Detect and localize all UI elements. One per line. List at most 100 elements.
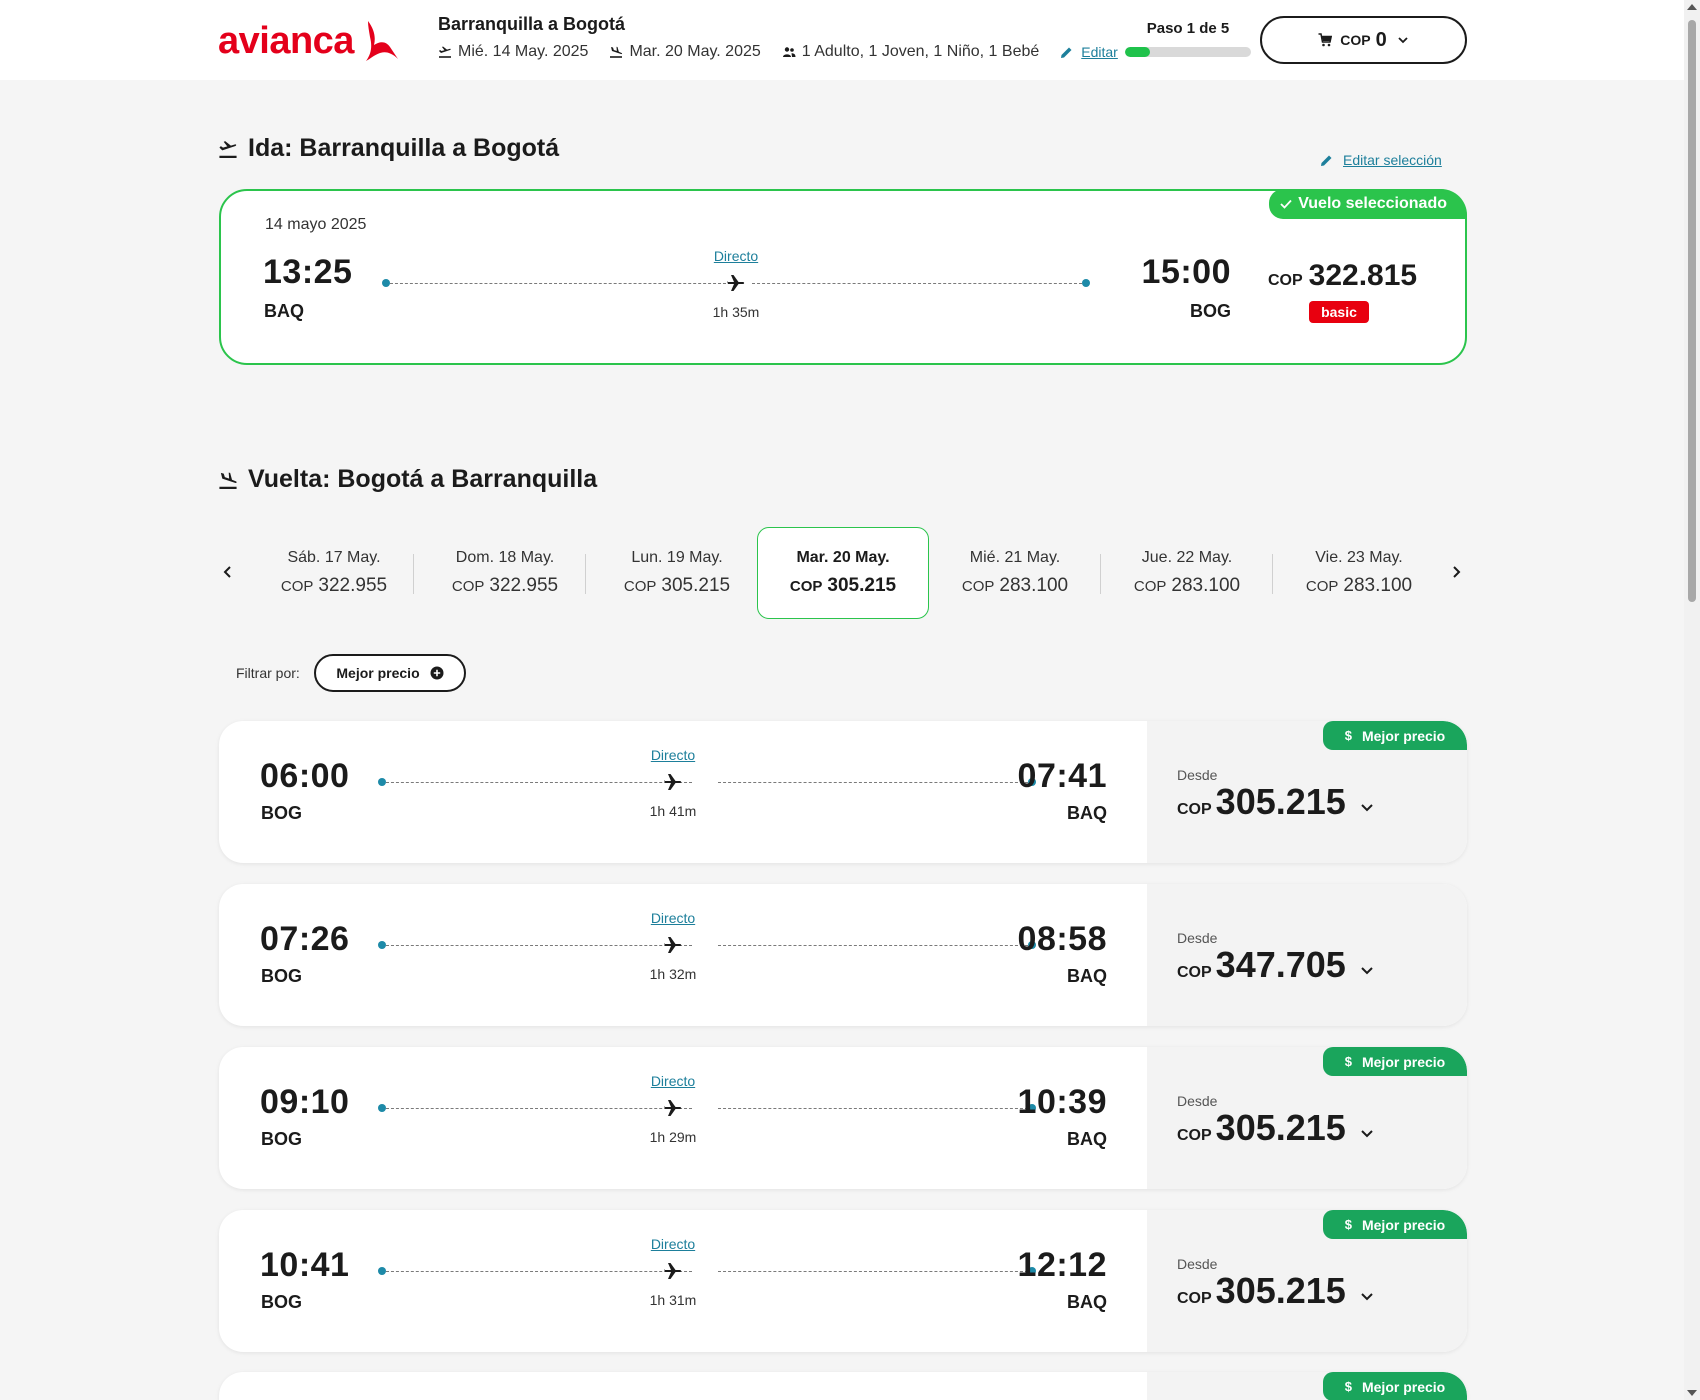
outbound-date: 14 mayo 2025 xyxy=(265,216,367,233)
fare-price-area[interactable]: Desde COP 305.215 $ Mejor precio xyxy=(1147,1210,1467,1352)
chevron-down-icon[interactable] xyxy=(1360,963,1374,977)
date-option-currency: COP xyxy=(789,578,823,595)
flight-option-card[interactable]: $ Mejor precio xyxy=(219,1372,1467,1400)
date-option-selected[interactable]: Mar. 20 May. COP 305.215 xyxy=(757,527,929,619)
best-price-badge: $ Mejor precio xyxy=(1323,1210,1467,1239)
stops-link[interactable]: Directo xyxy=(633,910,713,926)
fare-price-value: 347.705 xyxy=(1215,944,1346,985)
fare-price-area[interactable]: Desde COP 305.215 $ Mejor precio xyxy=(1147,721,1467,863)
chevron-down-icon[interactable] xyxy=(1360,1289,1374,1303)
fare-currency: COP xyxy=(1177,1127,1212,1144)
dollar-icon: $ xyxy=(1344,728,1352,743)
date-option-currency: COP xyxy=(1305,578,1339,595)
stops-link[interactable]: Directo xyxy=(633,1236,713,1252)
stops-link[interactable]: Directo xyxy=(633,747,713,763)
arrival-time: 10:39 xyxy=(1017,1083,1107,1121)
scroll-up-arrow-icon[interactable] xyxy=(1687,4,1697,10)
date-option[interactable]: Vie. 23 May. COP 283.100 xyxy=(1273,527,1445,619)
pencil-icon xyxy=(1321,155,1332,166)
best-price-badge-text: Mejor precio xyxy=(1361,1378,1446,1395)
date-option[interactable]: Lun. 19 May. COP 305.215 xyxy=(591,527,763,619)
booking-step-indicator: Paso 1 de 5 xyxy=(1125,20,1251,57)
scroll-thumb[interactable] xyxy=(1688,20,1696,602)
fare-price-area[interactable]: Desde COP 305.215 $ Mejor precio xyxy=(1147,1047,1467,1189)
arrival-time: 08:58 xyxy=(1017,920,1107,958)
date-option-currency: COP xyxy=(280,578,314,595)
return-title-text: Vuelta: Bogotá a Barranquilla xyxy=(248,465,598,493)
date-option-price-value: 322.955 xyxy=(489,575,559,596)
logo-text: avianca xyxy=(218,19,354,62)
outbound-section-title: Ida: Barranquilla a Bogotá xyxy=(218,134,559,163)
date-option-label: Dom. 18 May. xyxy=(455,549,555,566)
chevron-down-icon[interactable] xyxy=(1360,800,1374,814)
page-scrollbar[interactable] xyxy=(1684,0,1700,1400)
flight-option-card[interactable]: 06:00 BOG Directo 1h 41m 07:41 BAQ Desde… xyxy=(219,721,1467,863)
date-option-label: Sáb. 17 May. xyxy=(287,549,381,566)
departure-airport-code: BOG xyxy=(261,1129,303,1149)
fare-price-area[interactable]: Desde COP 347.705 xyxy=(1147,884,1467,1026)
fare-price-value: 305.215 xyxy=(1215,781,1346,822)
flight-duration: 1h 32m xyxy=(649,966,697,982)
route-dash-left xyxy=(390,283,726,284)
date-option-price: COP 283.100 xyxy=(1134,575,1240,597)
cart-amount: 0 xyxy=(1375,28,1387,51)
filter-best-price-button[interactable]: Mejor precio xyxy=(314,654,466,692)
edit-selection-label: Editar selección xyxy=(1343,152,1442,168)
plane-landing-icon xyxy=(219,472,237,489)
date-option-price-value: 283.100 xyxy=(999,575,1069,596)
arrival-airport-code: BAQ xyxy=(1067,1292,1107,1312)
date-option[interactable]: Sáb. 17 May. COP 322.955 xyxy=(248,527,420,619)
flight-option-card[interactable]: 09:10 BOG Directo 1h 29m 10:39 BAQ Desde… xyxy=(219,1047,1467,1189)
departure-time: 07:26 xyxy=(260,920,350,958)
plane-icon xyxy=(664,774,682,790)
route-line xyxy=(378,940,1036,950)
arrival-airport-code: BAQ xyxy=(1067,966,1107,986)
carousel-next-button[interactable] xyxy=(1446,562,1466,582)
fare-price-area[interactable]: $ Mejor precio xyxy=(1147,1372,1467,1400)
date-option-price: COP 283.100 xyxy=(962,575,1068,597)
arrival-time: 07:41 xyxy=(1017,757,1107,795)
date-option[interactable]: Jue. 22 May. COP 283.100 xyxy=(1101,527,1273,619)
fare-price: COP 347.705 xyxy=(1177,944,1374,986)
selected-outbound-flight-card[interactable]: Vuelo seleccionado 14 mayo 2025 13:25 BA… xyxy=(219,189,1467,365)
flight-option-card[interactable]: 10:41 BOG Directo 1h 31m 12:12 BAQ Desde… xyxy=(219,1210,1467,1352)
stops-link[interactable]: Directo xyxy=(633,1073,713,1089)
flight-duration: 1h 29m xyxy=(649,1129,697,1145)
arrival-airport-code: BOG xyxy=(1189,301,1231,321)
date-option-label: Jue. 22 May. xyxy=(1141,549,1233,566)
date-option[interactable]: Mié. 21 May. COP 283.100 xyxy=(929,527,1101,619)
date-option-price-value: 322.955 xyxy=(318,575,388,596)
best-price-badge: $ Mejor precio xyxy=(1323,1047,1467,1076)
outbound-stops-link[interactable]: Directo xyxy=(696,248,776,264)
scroll-down-arrow-icon[interactable] xyxy=(1687,1390,1697,1396)
step-label: Paso 1 de 5 xyxy=(1146,20,1230,37)
flight-option-card[interactable]: 07:26 BOG Directo 1h 32m 08:58 BAQ Desde… xyxy=(219,884,1467,1026)
filter-label: Filtrar por: xyxy=(236,665,300,681)
edit-selection-link[interactable]: Editar selección xyxy=(1320,152,1442,168)
departure-date: Mié. 14 May. 2025 xyxy=(438,43,588,61)
date-option[interactable]: Dom. 18 May. COP 322.955 xyxy=(419,527,591,619)
cart-button[interactable]: COP 0 xyxy=(1260,16,1467,64)
route-line xyxy=(378,1103,1036,1113)
best-price-badge: $ Mejor precio xyxy=(1323,721,1467,750)
fare-price-value: 305.215 xyxy=(1215,1270,1346,1311)
date-option-price: COP 305.215 xyxy=(624,575,730,597)
arrival-time: 15:00 xyxy=(1141,253,1231,291)
route-dash-left xyxy=(386,782,692,783)
chevron-down-icon[interactable] xyxy=(1360,1126,1374,1140)
avianca-logo[interactable]: avianca xyxy=(218,18,400,64)
outbound-price-value: 322.815 xyxy=(1308,259,1418,292)
date-divider xyxy=(413,554,414,594)
date-option-label: Lun. 19 May. xyxy=(631,549,723,566)
date-option-label: Mar. 20 May. xyxy=(796,549,890,566)
best-price-badge-text: Mejor precio xyxy=(1361,1053,1446,1070)
dollar-icon: $ xyxy=(1344,1379,1352,1394)
carousel-prev-button[interactable] xyxy=(218,562,238,582)
flight-duration: 1h 31m xyxy=(649,1292,697,1308)
route-line xyxy=(378,777,1036,787)
departure-time: 13:25 xyxy=(263,253,353,291)
edit-search-label: Editar xyxy=(1081,44,1118,60)
edit-search-link[interactable]: Editar xyxy=(1060,44,1118,60)
fare-price: COP 305.215 xyxy=(1177,781,1374,823)
plane-takeoff-icon xyxy=(219,140,237,158)
